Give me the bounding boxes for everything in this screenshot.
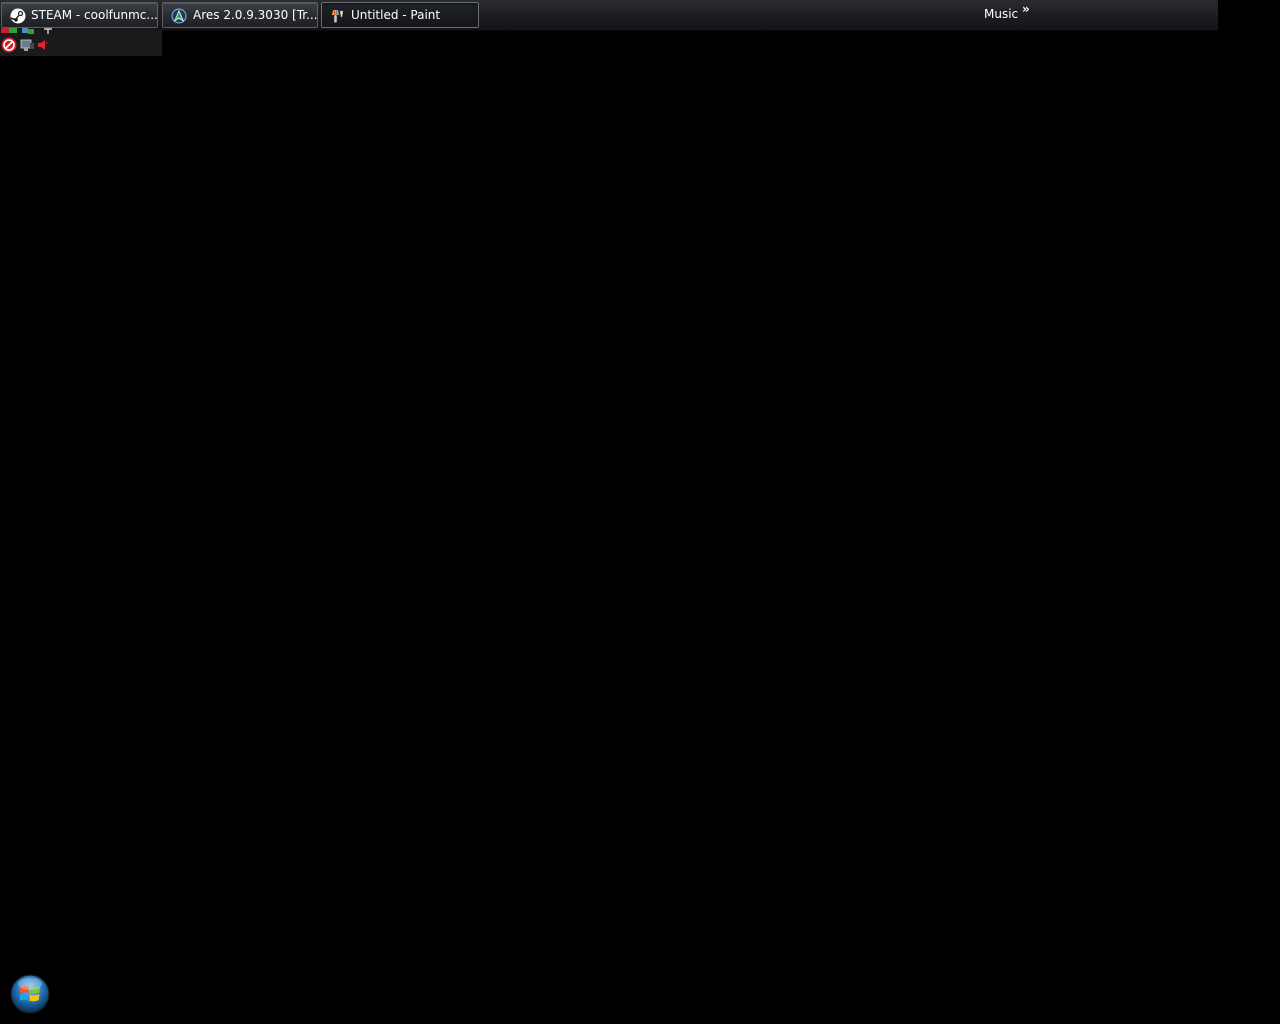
music-toolbar-label[interactable]: Music: [984, 6, 1018, 22]
no-entry-icon[interactable]: [1, 37, 17, 53]
monitor-icon[interactable]: [19, 37, 35, 53]
taskbar-button-label: Ares 2.0.9.3030 [Tr...: [193, 8, 318, 22]
taskbar-button-label: Untitled - Paint: [351, 8, 441, 22]
toolbar-overflow-chevron-icon[interactable]: »: [1022, 2, 1030, 16]
notification-area: [0, 28, 162, 56]
volume-icon[interactable]: [36, 37, 52, 53]
power-icon[interactable]: [40, 28, 56, 36]
taskbar-button-steam[interactable]: STEAM - coolfunmc...: [1, 2, 158, 28]
steam-icon: [10, 8, 26, 24]
red-flag-icon[interactable]: [1, 28, 17, 36]
taskbar-button-paint[interactable]: Untitled - Paint: [321, 2, 479, 28]
taskbar-button-label: STEAM - coolfunmc...: [31, 8, 158, 22]
paint-icon: [332, 9, 344, 23]
desktop: STEAM - coolfunmc... Ares 2.0.9.3030 [Tr…: [0, 0, 1280, 1024]
network-icon[interactable]: [20, 28, 36, 36]
taskbar: STEAM - coolfunmc... Ares 2.0.9.3030 [Tr…: [0, 0, 1218, 31]
windows-start-orb-icon[interactable]: [10, 974, 50, 1014]
ares-icon: [171, 8, 187, 24]
taskbar-button-ares[interactable]: Ares 2.0.9.3030 [Tr...: [162, 2, 318, 28]
